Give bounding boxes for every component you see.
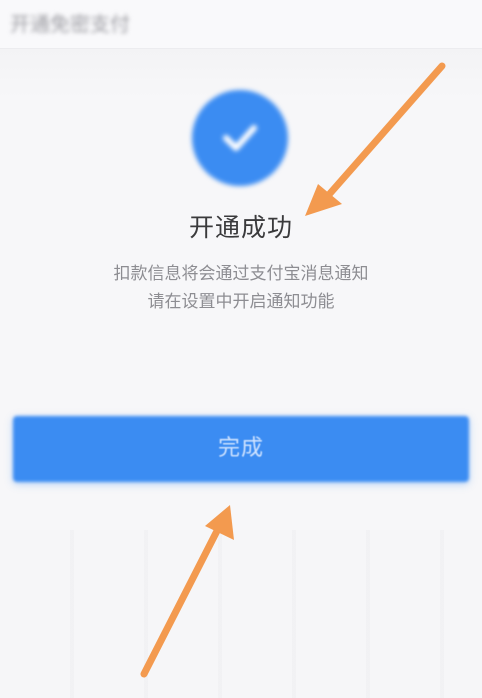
top-bar: 开通免密支付: [0, 0, 482, 49]
success-description-line1: 扣款信息将会通过支付宝消息通知: [113, 264, 369, 284]
bottom-background: [0, 530, 482, 698]
check-circle-icon: [192, 90, 288, 186]
success-description-line2: 请在设置中开启通知功能: [147, 292, 335, 312]
success-title: 开通成功: [188, 213, 293, 242]
page-title: 开通免密支付: [10, 12, 130, 36]
done-button-label[interactable]: 完成: [13, 416, 469, 482]
